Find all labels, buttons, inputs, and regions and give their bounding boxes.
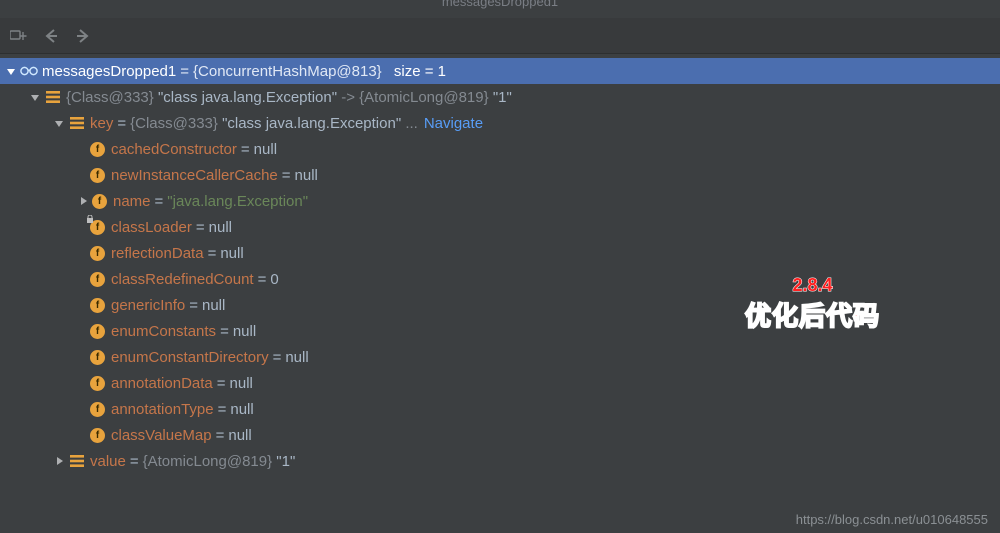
fields-list: fcachedConstructor = nullfnewInstanceCal… xyxy=(0,136,1000,448)
object-ref: {Class@333} xyxy=(130,115,218,132)
debug-toolbar xyxy=(0,18,1000,54)
field-icon: f xyxy=(90,402,105,417)
field-row[interactable]: fclassRedefinedCount = 0 xyxy=(0,266,1000,292)
tab-title: messagesDropped1 xyxy=(0,0,1000,18)
field-name: cachedConstructor xyxy=(111,141,237,158)
variable-root-row[interactable]: messagesDropped1 = {ConcurrentHashMap@81… xyxy=(0,58,1000,84)
lock-icon xyxy=(86,215,94,223)
entry-key-ref: {Class@333} xyxy=(66,89,154,106)
field-row[interactable]: fclassValueMap = null xyxy=(0,422,1000,448)
field-icon: f xyxy=(90,324,105,339)
field-icon: f xyxy=(90,246,105,261)
field-value: null xyxy=(228,427,251,444)
add-watch-icon[interactable] xyxy=(10,27,28,45)
object-ref: {ConcurrentHashMap@813} xyxy=(193,63,382,80)
field-value: "java.lang.Exception" xyxy=(167,193,308,210)
equals-sign: = xyxy=(180,63,189,80)
field-value: null xyxy=(295,167,318,184)
field-row[interactable]: fname = "java.lang.Exception" xyxy=(0,188,1000,214)
field-name: newInstanceCallerCache xyxy=(111,167,278,184)
object-icon xyxy=(68,114,86,132)
field-value: null xyxy=(285,349,308,366)
watch-icon xyxy=(20,62,38,80)
field-row[interactable]: fannotationType = null xyxy=(0,396,1000,422)
key-node-row[interactable]: key = {Class@333} "class java.lang.Excep… xyxy=(0,110,1000,136)
field-name: enumConstantDirectory xyxy=(111,349,269,366)
field-icon: f xyxy=(90,376,105,391)
field-name: enumConstants xyxy=(111,323,216,340)
field-value: null xyxy=(220,245,243,262)
field-name: reflectionData xyxy=(111,245,204,262)
field-icon: f xyxy=(90,142,105,157)
field-value: null xyxy=(230,375,253,392)
field-name: classLoader xyxy=(111,219,192,236)
entry-val-ref: {AtomicLong@819} xyxy=(359,89,489,106)
field-name: annotationData xyxy=(111,375,213,392)
field-icon: f xyxy=(90,220,105,235)
field-row[interactable]: fgenericInfo = null xyxy=(0,292,1000,318)
field-value: null xyxy=(254,141,277,158)
field-value: null xyxy=(230,401,253,418)
field-row[interactable]: fnewInstanceCallerCache = null xyxy=(0,162,1000,188)
size-label: size = 1 xyxy=(394,63,446,80)
field-name: annotationType xyxy=(111,401,214,418)
watermark-text: https://blog.csdn.net/u010648555 xyxy=(796,512,988,527)
field-row[interactable]: fenumConstants = null xyxy=(0,318,1000,344)
navigate-link[interactable]: Navigate xyxy=(424,115,483,132)
field-value: null xyxy=(202,297,225,314)
field-name: classValueMap xyxy=(111,427,212,444)
object-ref: {AtomicLong@819} xyxy=(143,453,273,470)
entry-val-str: "1" xyxy=(493,89,512,106)
field-icon: f xyxy=(90,298,105,313)
expand-arrow-icon[interactable] xyxy=(28,90,42,104)
object-icon xyxy=(44,88,62,106)
forward-icon[interactable] xyxy=(74,27,92,45)
variables-tree: messagesDropped1 = {ConcurrentHashMap@81… xyxy=(0,54,1000,474)
field-icon: f xyxy=(90,350,105,365)
field-value: null xyxy=(209,219,232,236)
var-name: messagesDropped1 xyxy=(42,63,176,80)
expand-arrow-icon[interactable] xyxy=(4,64,18,78)
back-icon[interactable] xyxy=(42,27,60,45)
entry-key-str: "class java.lang.Exception" xyxy=(158,89,337,106)
field-icon: f xyxy=(90,272,105,287)
field-row[interactable]: freflectionData = null xyxy=(0,240,1000,266)
field-name: name xyxy=(113,193,151,210)
field-name: key xyxy=(90,115,113,132)
map-entry-row[interactable]: {Class@333} "class java.lang.Exception" … xyxy=(0,84,1000,110)
collapsed-arrow-icon[interactable] xyxy=(52,454,66,468)
field-name: value xyxy=(90,453,126,470)
field-row[interactable]: fcachedConstructor = null xyxy=(0,136,1000,162)
object-tostring: "class java.lang.Exception" xyxy=(222,115,401,132)
value-node-row[interactable]: value = {AtomicLong@819} "1" xyxy=(0,448,1000,474)
field-value: null xyxy=(233,323,256,340)
field-row[interactable]: fenumConstantDirectory = null xyxy=(0,344,1000,370)
field-value: 0 xyxy=(270,271,278,288)
field-row[interactable]: fclassLoader = null xyxy=(0,214,1000,240)
field-name: genericInfo xyxy=(111,297,185,314)
field-row[interactable]: fannotationData = null xyxy=(0,370,1000,396)
field-icon: f xyxy=(90,428,105,443)
object-icon xyxy=(68,452,86,470)
expand-arrow-icon[interactable] xyxy=(52,116,66,130)
object-tostring: "1" xyxy=(276,453,295,470)
field-icon: f xyxy=(90,168,105,183)
collapsed-arrow-icon[interactable] xyxy=(76,194,90,208)
field-icon: f xyxy=(92,194,107,209)
field-name: classRedefinedCount xyxy=(111,271,254,288)
